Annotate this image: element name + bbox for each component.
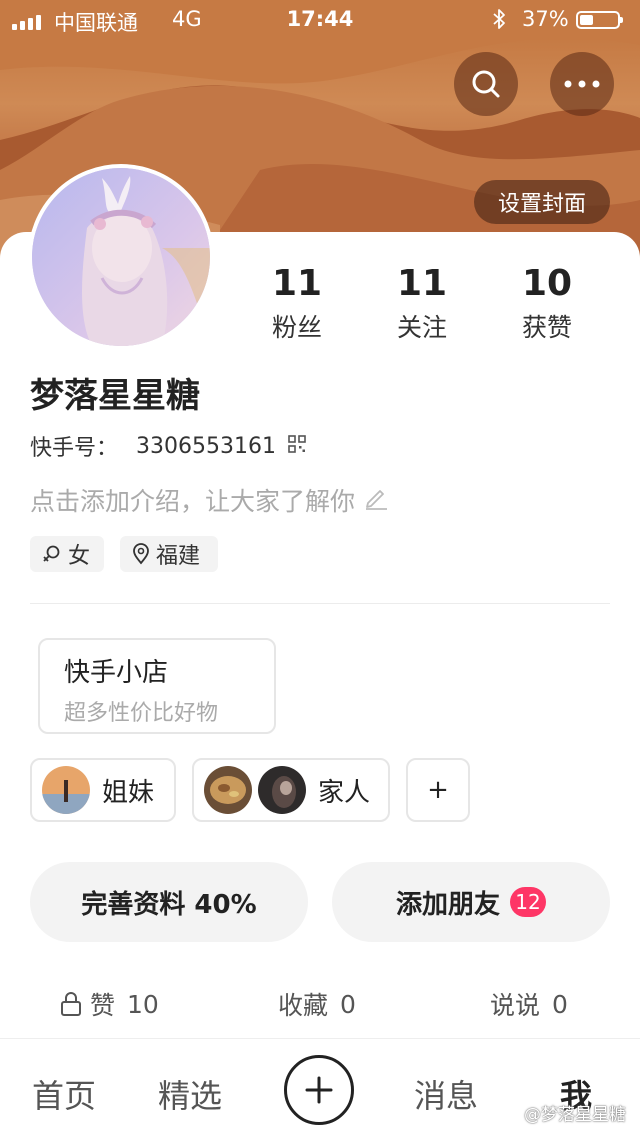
status-bar: 中国联通 4G 17:44 37% xyxy=(0,0,640,40)
user-id-row: 快手号： 3306553161 xyxy=(30,430,306,462)
nav-featured[interactable]: 精选 xyxy=(158,1071,222,1117)
search-button[interactable] xyxy=(454,52,518,116)
edit-pencil-icon xyxy=(363,484,389,516)
more-button[interactable] xyxy=(550,52,614,116)
tab-favorites-label: 收藏 xyxy=(278,991,329,1020)
battery-icon xyxy=(576,11,623,29)
add-friends-label: 添加朋友 xyxy=(395,889,500,920)
location-tag: 福建 xyxy=(120,536,218,572)
group-avatar xyxy=(42,766,90,814)
following-count: 11 xyxy=(396,263,448,304)
tab-posts[interactable]: 说说 0 xyxy=(490,986,568,1022)
weibo-logo-icon xyxy=(504,1109,520,1120)
likes-label: 获赞 xyxy=(521,313,572,342)
group-family[interactable]: 家人 xyxy=(192,758,390,822)
likes-count: 10 xyxy=(521,263,573,304)
watermark-text: @梦落星星糖 xyxy=(524,1105,626,1125)
female-symbol-icon xyxy=(43,545,60,562)
add-group-button[interactable]: + xyxy=(406,758,470,822)
user-id-value: 3306553161 xyxy=(136,433,276,459)
qr-code-icon[interactable] xyxy=(288,434,306,459)
user-id-label: 快手号： xyxy=(30,436,119,461)
group-family-label: 家人 xyxy=(318,777,371,808)
location-text: 福建 xyxy=(156,544,201,569)
create-post-button[interactable] xyxy=(284,1055,354,1125)
watermark: @梦落星星糖 xyxy=(504,1100,626,1125)
battery-percentage: 37% xyxy=(522,7,569,31)
add-friends-button[interactable]: 添加朋友 12 xyxy=(332,862,610,942)
nav-messages[interactable]: 消息 xyxy=(414,1071,478,1117)
friend-request-badge: 12 xyxy=(510,887,546,917)
stat-fans[interactable]: 11 粉丝 xyxy=(237,262,357,344)
content-tabs: 赞 10 收藏 0 说说 0 xyxy=(0,986,640,1020)
location-pin-icon xyxy=(133,543,149,565)
tab-favorites-count: 0 xyxy=(340,989,356,1019)
bluetooth-icon xyxy=(492,8,506,35)
group-sisters-label: 姐妹 xyxy=(102,777,155,808)
intro-text: 点击添加介绍，让大家了解你 xyxy=(30,487,356,516)
nav-home[interactable]: 首页 xyxy=(32,1071,96,1117)
intro-prompt[interactable]: 点击添加介绍，让大家了解你 xyxy=(30,482,389,518)
group-sisters[interactable]: 姐妹 xyxy=(30,758,176,822)
shop-title: 快手小店 xyxy=(64,658,169,688)
nickname: 梦落星星糖 xyxy=(30,376,200,416)
set-cover-button[interactable]: 设置封面 xyxy=(474,180,610,224)
tab-posts-label: 说说 xyxy=(490,991,541,1020)
avatar-image xyxy=(32,168,210,346)
avatar[interactable] xyxy=(28,164,214,350)
stat-likes[interactable]: 10 获赞 xyxy=(487,262,607,344)
tab-likes[interactable]: 赞 10 xyxy=(60,986,159,1022)
fans-count: 11 xyxy=(271,263,323,304)
stat-following[interactable]: 11 关注 xyxy=(362,262,482,344)
tab-posts-count: 0 xyxy=(552,989,568,1019)
group-avatar xyxy=(258,766,306,814)
tab-likes-label: 赞 xyxy=(90,991,116,1020)
gender-text: 女 xyxy=(68,544,91,569)
tab-likes-count: 10 xyxy=(127,989,159,1019)
plus-icon xyxy=(305,1076,333,1104)
group-avatar xyxy=(204,766,252,814)
shop-subtitle: 超多性价比好物 xyxy=(64,701,219,726)
more-horizontal-icon xyxy=(564,80,600,88)
complete-profile-button[interactable]: 完善资料 40% xyxy=(30,862,308,942)
kwai-shop-card[interactable]: 快手小店 超多性价比好物 xyxy=(38,638,276,734)
fans-label: 粉丝 xyxy=(271,313,322,342)
gender-tag: 女 xyxy=(30,536,104,572)
search-icon xyxy=(472,70,500,98)
following-label: 关注 xyxy=(396,313,447,342)
lock-icon xyxy=(61,992,81,1016)
section-divider xyxy=(30,603,610,604)
tab-favorites[interactable]: 收藏 0 xyxy=(278,986,356,1022)
